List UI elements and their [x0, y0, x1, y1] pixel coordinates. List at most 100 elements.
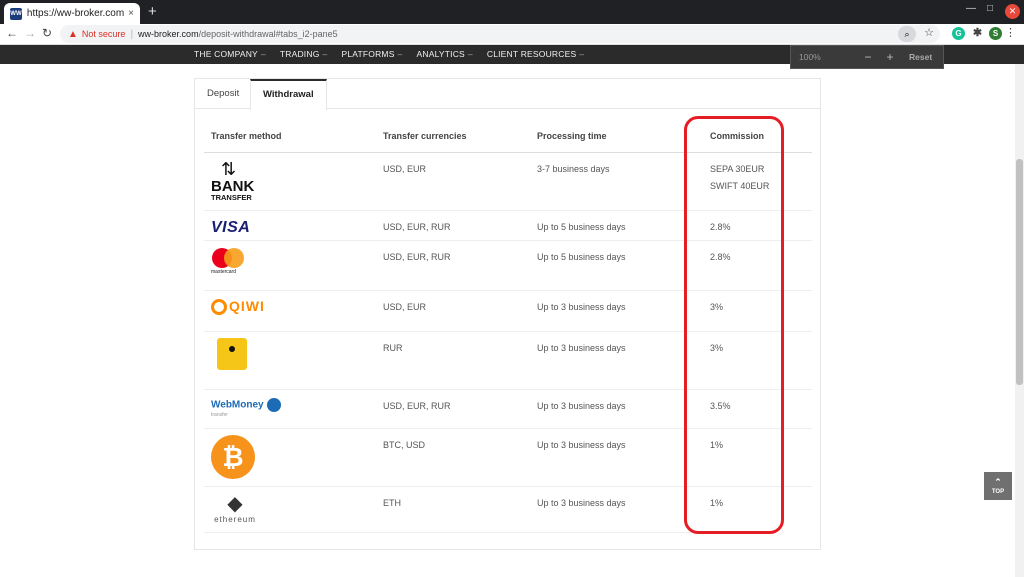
webmoney-logo: WebMoney transfer [211, 397, 376, 418]
address-bar[interactable]: ▲ Not secure | ww-broker.com/deposit-wit… [60, 25, 940, 43]
table-row: mastercard USD, EUR, RUR Up to 5 busines… [204, 240, 812, 291]
commission-cell: 3% [698, 290, 812, 332]
time-cell: Up to 5 business days [530, 210, 698, 241]
table-row: QIWI USD, EUR Up to 3 business days 3% [204, 290, 812, 332]
nav-item-company[interactable]: THE COMPANY – [194, 49, 266, 59]
logo-text: QIWI [229, 297, 265, 314]
visa-logo: VISA [211, 218, 251, 236]
bitcoin-logo: ₿ [211, 434, 255, 479]
method-cell: ⇅ BANK TRANSFER [204, 152, 376, 211]
qiwi-logo: QIWI [211, 298, 376, 315]
webmoney-globe-icon [266, 397, 281, 412]
method-cell [204, 331, 376, 390]
table-row: ₿ BTC, USD Up to 3 business days 1% [204, 428, 812, 487]
method-cell: ₿ [204, 428, 376, 487]
nav-label: THE COMPANY [194, 49, 258, 59]
time-cell: Up to 3 business days [530, 331, 698, 390]
browser-menu-icon[interactable]: ⋮ [1005, 26, 1016, 39]
back-to-top-button[interactable]: ⌃ TOP [984, 472, 1012, 500]
url-host: ww-broker.com [138, 29, 199, 39]
logo-subtext: transfer [211, 411, 228, 418]
zoom-in-button[interactable]: + [879, 50, 901, 64]
header-transfer-method: Transfer method [204, 121, 376, 153]
grammarly-extension-icon[interactable]: G [952, 27, 965, 40]
yandex-money-logo [217, 337, 247, 370]
ethereum-logo: ◆ ethereum [211, 493, 259, 524]
header-processing-time: Processing time [530, 121, 698, 153]
bookmark-star-icon[interactable]: ☆ [924, 26, 934, 39]
nav-label: TRADING [279, 49, 320, 59]
chevron-down-icon: – [397, 49, 403, 59]
method-cell: WebMoney transfer [204, 389, 376, 429]
commission-value: SEPA 30EUR [710, 163, 765, 174]
currencies-cell: USD, EUR [376, 290, 530, 332]
mastercard-orange-circle [224, 247, 244, 268]
tab-deposit[interactable]: Deposit [195, 79, 251, 110]
zoom-popup: 100% − + Reset [790, 45, 944, 69]
zoom-reset-button[interactable]: Reset [909, 52, 932, 62]
nav-item-trading[interactable]: TRADING – [280, 49, 328, 59]
qiwi-ring-icon [211, 298, 227, 315]
nav-item-analytics[interactable]: ANALYTICS – [417, 49, 473, 59]
nav-item-client-resources[interactable]: CLIENT RESOURCES – [487, 49, 584, 59]
scrollbar-thumb[interactable] [1016, 159, 1023, 385]
logo-text: mastercard [211, 268, 237, 275]
currencies-cell: BTC, USD [376, 428, 530, 487]
currencies-cell: ETH [376, 486, 530, 533]
time-cell: Up to 3 business days [530, 486, 698, 533]
commission-value: SWIFT 40EUR [710, 180, 770, 191]
not-secure-label: Not secure [81, 29, 126, 39]
tab-close-icon[interactable]: × [128, 8, 134, 19]
table-row: VISA USD, EUR, RUR Up to 5 business days… [204, 210, 812, 241]
url-separator: | [130, 28, 134, 40]
extensions-puzzle-icon[interactable]: ✱ [971, 27, 984, 40]
currencies-cell: USD, EUR, RUR [376, 240, 530, 291]
zoom-magnifier-icon[interactable]: ⌕ [898, 26, 916, 42]
time-cell: Up to 3 business days [530, 290, 698, 332]
header-commission: Commission [698, 121, 812, 153]
currencies-cell: USD, EUR, RUR [376, 210, 530, 241]
logo-text: WebMoney [211, 399, 264, 411]
deposit-withdrawal-card: Deposit Withdrawal Transfer method Trans… [194, 78, 821, 550]
commission-cell: SEPA 30EUR SWIFT 40EUR [698, 152, 812, 211]
mastercard-logo: mastercard [211, 247, 247, 277]
new-tab-button[interactable]: + [148, 3, 157, 21]
nav-label: PLATFORMS [341, 49, 395, 59]
table-header-row: Transfer method Transfer currencies Proc… [204, 121, 812, 153]
zoom-level: 100% [799, 52, 821, 62]
profile-avatar[interactable]: S [989, 27, 1002, 40]
page-scrollbar[interactable] [1015, 64, 1024, 577]
bank-transfer-logo: ⇅ BANK TRANSFER [211, 159, 263, 207]
maximize-icon[interactable]: □ [987, 3, 993, 14]
minimize-icon[interactable]: — [966, 3, 976, 14]
commission-cell: 1% [698, 428, 812, 487]
chevron-down-icon: – [260, 49, 266, 59]
back-icon[interactable]: ← [6, 26, 18, 40]
browser-tab[interactable]: WW https://ww-broker.com/d × [4, 3, 140, 24]
table-row: RUR Up to 3 business days 3% [204, 331, 812, 390]
site-favicon-icon: WW [10, 7, 22, 20]
reload-icon[interactable]: ↻ [42, 26, 52, 40]
logo-text: BANK [211, 177, 255, 195]
time-cell: Up to 3 business days [530, 389, 698, 429]
forward-icon[interactable]: → [24, 26, 36, 40]
window-close-icon[interactable]: ✕ [1005, 4, 1020, 19]
logo-text: TRANSFER [211, 192, 252, 202]
tab-withdrawal[interactable]: Withdrawal [250, 79, 327, 110]
chevron-down-icon: – [322, 49, 328, 59]
time-cell: 3-7 business days [530, 152, 698, 211]
header-transfer-currencies: Transfer currencies [376, 121, 530, 153]
nav-label: ANALYTICS [416, 49, 465, 59]
browser-tab-strip: WW https://ww-broker.com/d × + — □ ✕ [0, 0, 1024, 24]
method-cell: QIWI [204, 290, 376, 332]
currencies-cell: USD, EUR, RUR [376, 389, 530, 429]
nav-item-platforms[interactable]: PLATFORMS – [341, 49, 402, 59]
ethereum-diamond-icon: ◆ [227, 492, 243, 515]
transfer-arrows-icon: ⇅ [221, 158, 237, 179]
table-row: ⇅ BANK TRANSFER USD, EUR 3-7 business da… [204, 152, 812, 211]
zoom-out-button[interactable]: − [857, 50, 879, 64]
method-cell: ◆ ethereum [204, 486, 376, 533]
withdrawal-methods-table: Transfer method Transfer currencies Proc… [204, 121, 812, 533]
currencies-cell: RUR [376, 331, 530, 390]
method-cell: mastercard [204, 240, 376, 291]
